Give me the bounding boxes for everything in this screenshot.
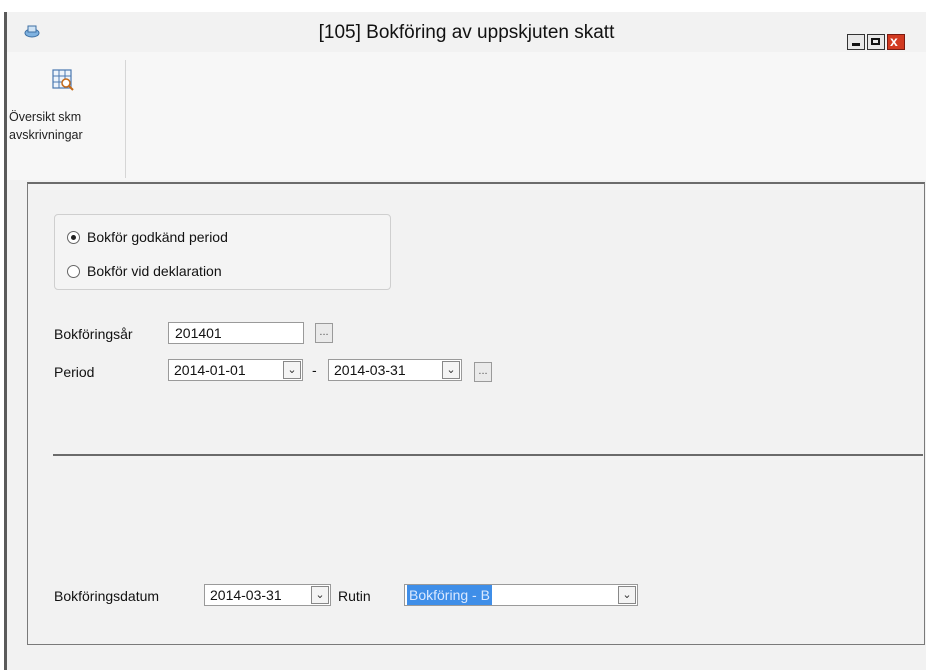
bokforingsar-browse-button[interactable]: ... [315,323,333,343]
table-preview-icon [52,69,74,91]
rutin-value: Bokföring - B [407,585,492,605]
minimize-icon [852,43,860,46]
section-divider [53,454,923,456]
bokforingsdatum-dropdown[interactable]: 2014-03-31 ⌄ [204,584,331,606]
chevron-down-icon[interactable]: ⌄ [442,361,460,379]
period-label: Period [54,364,95,380]
rutin-dropdown[interactable]: Bokföring - B ⌄ [404,584,638,606]
bokforingsdatum-value: 2014-03-31 [210,587,282,603]
chevron-down-icon[interactable]: ⌄ [311,586,329,604]
minimize-button[interactable] [847,34,865,50]
radio-unselected-icon [67,265,80,278]
period-separator: - [312,362,317,378]
title-bar[interactable]: [105] Bokföring av uppskjuten skatt x [7,12,926,52]
radio-bokfor-godkand-period[interactable]: Bokför godkänd period [67,229,367,249]
bokforingsar-input[interactable]: 201401 [168,322,304,344]
toolbar: Översikt skm avskrivningar [7,52,926,180]
toolbar-button-label: Översikt skm avskrivningar [9,108,121,144]
window-title: [105] Bokföring av uppskjuten skatt [318,22,615,43]
rutin-label: Rutin [338,588,371,604]
bokforingsar-label: Bokföringsår [54,326,133,342]
radio-label: Bokför godkänd period [87,229,228,245]
oversikt-skm-avskrivningar-button[interactable]: Översikt skm avskrivningar [7,60,126,178]
mode-radio-group: Bokför godkänd period Bokför vid deklara… [54,214,391,290]
form-panel: Bokför godkänd period Bokför vid deklara… [27,182,925,645]
period-browse-button[interactable]: ... [474,362,492,382]
radio-selected-icon [67,231,80,244]
radio-bokfor-vid-deklaration[interactable]: Bokför vid deklaration [67,263,367,283]
period-from-value: 2014-01-01 [174,362,246,378]
app-window: [105] Bokföring av uppskjuten skatt x Öv… [4,12,926,670]
period-from-dropdown[interactable]: 2014-01-01 ⌄ [168,359,303,381]
period-to-value: 2014-03-31 [334,362,406,378]
close-button[interactable]: x [887,33,905,50]
maximize-button[interactable] [867,34,885,50]
toolbar-label-line2: avskrivningar [9,128,83,142]
chevron-down-icon[interactable]: ⌄ [618,586,636,604]
close-icon: x [890,33,898,49]
maximize-icon [871,38,880,45]
toolbar-label-line1: Översikt skm [9,110,82,124]
period-to-dropdown[interactable]: 2014-03-31 ⌄ [328,359,462,381]
radio-label: Bokför vid deklaration [87,263,222,279]
chevron-down-icon[interactable]: ⌄ [283,361,301,379]
bokforingsdatum-label: Bokföringsdatum [54,588,160,604]
